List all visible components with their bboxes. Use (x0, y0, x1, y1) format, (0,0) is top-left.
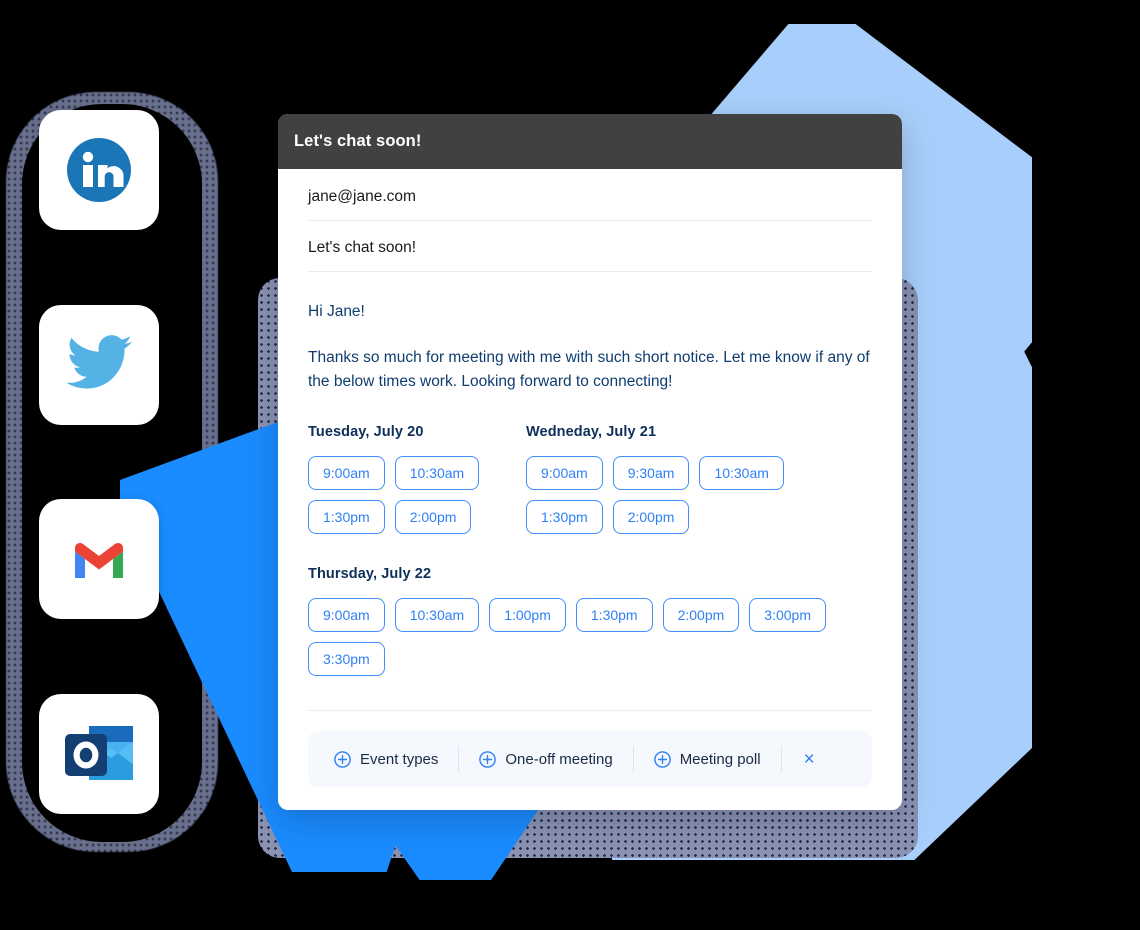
day-columns: Tuesday, July 20 9:00am 10:30am 1:30pm 2:00… (308, 424, 872, 534)
plus-circle-icon (653, 750, 671, 768)
slot-list: 9:00am 10:30am 1:00pm 1:30pm 2:00pm 3:00pm 3:3… (308, 598, 868, 676)
time-slot-chip[interactable]: 1:30pm (308, 500, 385, 534)
day-label: Wedneday, July 21 (526, 424, 657, 440)
divider (308, 710, 872, 711)
message-body[interactable]: Hi Jane! Thanks so much for meeting with… (308, 272, 872, 394)
time-slot-chip[interactable]: 2:00pm (394, 500, 472, 534)
day-label: Thursday, July 22 (308, 566, 432, 582)
time-slot-chip[interactable]: 9:00am (526, 456, 603, 490)
time-slot-chip[interactable]: 10:30am (699, 456, 784, 490)
card-header: Let's chat soon! (278, 114, 902, 169)
day-label: Tuesday, July 20 (308, 424, 424, 440)
twitter-icon (66, 335, 132, 389)
time-slot-chip[interactable]: 1:30pm (575, 598, 653, 632)
time-slot-chip[interactable]: 3:30pm (308, 642, 385, 676)
time-slot-chip[interactable]: 10:30am (394, 456, 480, 490)
subject-field[interactable]: Let's chat soon! (308, 221, 872, 272)
time-slot-chip[interactable]: 2:00pm (662, 598, 740, 632)
app-tile-gmail[interactable] (39, 499, 159, 619)
meeting-poll-button[interactable]: Meeting poll (634, 751, 781, 768)
slot-list: 9:00am 9:30am 10:30am 1:30pm 2:00pm (526, 456, 856, 534)
plus-circle-icon (479, 750, 497, 768)
time-slot-chip[interactable]: 1:30pm (526, 500, 603, 534)
app-tile-twitter[interactable] (39, 305, 159, 425)
slot-list: 9:00am 10:30am 1:30pm 2:00pm (308, 456, 526, 534)
insert-toolbar: Event types One-off meeting Meeting poll… (308, 731, 872, 787)
time-slot-chip[interactable]: 3:00pm (749, 598, 826, 632)
one-off-meeting-button[interactable]: One-off meeting (459, 751, 632, 768)
time-slot-chip[interactable]: 2:00pm (612, 500, 690, 534)
message-greeting: Hi Jane! (308, 303, 365, 320)
app-tile-linkedin[interactable] (39, 110, 159, 230)
compose-card: Let's chat soon! jane@jane.com Let's cha… (278, 114, 902, 810)
day-column-tuesday: Tuesday, July 20 9:00am 10:30am 1:30pm 2:00… (308, 424, 526, 534)
event-types-button[interactable]: Event types (314, 751, 458, 768)
one-off-meeting-label: One-off meeting (505, 750, 613, 768)
message-text: Thanks so much for meeting with me with … (308, 349, 870, 390)
scene: Let's chat soon! jane@jane.com Let's cha… (0, 0, 1140, 930)
day-column-thursday: Thursday, July 22 9:00am 10:30am 1:00pm 1:3… (308, 566, 872, 676)
day-column-wednesday: Wedneday, July 21 9:00am 9:30am 10:30am 1:3… (526, 424, 856, 534)
meeting-poll-label: Meeting poll (679, 750, 761, 768)
time-slot-chip[interactable]: 9:00am (308, 598, 385, 632)
card-title: Let's chat soon! (294, 132, 422, 150)
event-types-label: Event types (360, 750, 439, 768)
app-tile-outlook[interactable] (39, 694, 159, 814)
time-slot-chip[interactable]: 1:00pm (489, 598, 566, 632)
recipient-field[interactable]: jane@jane.com (308, 169, 872, 221)
time-slot-chip[interactable]: 9:00am (308, 456, 385, 490)
linkedin-icon (67, 138, 131, 202)
time-slot-chip[interactable]: 10:30am (394, 598, 480, 632)
card-body: jane@jane.com Let's chat soon! Hi Jane! … (278, 169, 902, 787)
time-slot-chip[interactable]: 9:30am (612, 456, 690, 490)
plus-circle-icon (334, 750, 351, 768)
close-toolbar-button[interactable]: × (782, 750, 837, 769)
outlook-icon (65, 726, 133, 780)
gmail-icon (61, 521, 137, 597)
